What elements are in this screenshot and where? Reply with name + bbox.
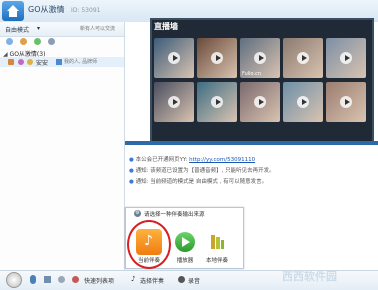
option-label: 播放器 xyxy=(176,258,194,264)
live-wall-title: 直播墙 xyxy=(154,22,178,31)
play-icon[interactable] xyxy=(340,96,352,108)
choose-accompany-button[interactable]: 选择伴奏 xyxy=(140,276,164,285)
video-thumbnail[interactable] xyxy=(326,38,366,78)
option-label: 当前伴奏 xyxy=(137,258,160,264)
play-icon[interactable] xyxy=(211,52,223,64)
home-icon[interactable] xyxy=(2,1,24,21)
settings-icon: ⚙ xyxy=(134,210,141,217)
video-thumbnail[interactable] xyxy=(197,82,237,122)
user-icon[interactable] xyxy=(6,38,13,45)
play-icon xyxy=(182,237,190,247)
mic-icon[interactable] xyxy=(30,275,36,284)
folder-music-icon xyxy=(211,235,224,249)
play-icon[interactable] xyxy=(254,96,266,108)
play-icon[interactable] xyxy=(297,96,309,108)
volume-icon[interactable] xyxy=(58,276,65,283)
video-thumbnail[interactable] xyxy=(154,38,194,78)
message-text: 本公会已开通网页YY: xyxy=(135,157,188,163)
play-icon[interactable] xyxy=(297,52,309,64)
option-label: 本地伴奏 xyxy=(205,258,228,264)
local-accompany-button[interactable] xyxy=(207,232,227,252)
music-note-icon: ♪ xyxy=(131,275,136,283)
player-button[interactable] xyxy=(175,232,195,252)
avatar[interactable] xyxy=(6,272,22,288)
chevron-down-icon[interactable]: ▾ xyxy=(37,25,40,32)
quick-list-button[interactable]: 快速列表项 xyxy=(84,276,114,285)
info-icon: ● xyxy=(129,179,134,185)
popup-title: 请选择一种伴奏输出来源 xyxy=(144,212,205,218)
mic-icon xyxy=(56,59,62,65)
vip-icon xyxy=(8,59,14,65)
chat-message: ● 本公会已开通网页YY: http://yy.com/53091110 xyxy=(129,155,374,164)
video-thumbnail[interactable] xyxy=(283,82,323,122)
video-thumbnail[interactable] xyxy=(154,82,194,122)
video-thumbnail[interactable] xyxy=(240,82,280,122)
thumbnail-label: Fulio.cn xyxy=(242,71,262,77)
play-icon[interactable] xyxy=(211,96,223,108)
record-button[interactable]: 录音 xyxy=(188,276,200,285)
watermark: 西西软件园 xyxy=(282,270,337,283)
record-icon[interactable] xyxy=(72,276,79,283)
play-icon[interactable] xyxy=(168,96,180,108)
room-name: GO从激情 xyxy=(28,5,65,14)
video-thumbnail[interactable]: Fulio.cn xyxy=(240,38,280,78)
speaker-icon[interactable] xyxy=(44,276,51,283)
play-icon[interactable] xyxy=(254,52,266,64)
divider xyxy=(125,141,378,145)
record-dot-icon xyxy=(178,276,185,283)
play-icon[interactable] xyxy=(168,52,180,64)
video-thumbnail[interactable] xyxy=(197,38,237,78)
message-text: 通知: 该频道已设置为【普通音频】, 只能听见去再开发。 xyxy=(135,168,275,174)
chat-message: ● 通知: 该频道已设置为【普通音频】, 只能听见去再开发。 xyxy=(129,166,374,175)
video-thumbnail[interactable] xyxy=(326,82,366,122)
room-title: GO从激情 ID: 53091 xyxy=(28,4,178,16)
message-link[interactable]: http://yy.com/53091110 xyxy=(189,157,255,163)
chat-message: ● 通知: 当前频道的模式是 自由模式 , 有可以随意发言。 xyxy=(129,177,374,186)
settings-icon[interactable] xyxy=(48,38,55,45)
gender-icon xyxy=(18,59,24,65)
badge-icon xyxy=(27,59,33,65)
current-accompany-button[interactable]: ♪ xyxy=(136,229,162,255)
room-id: ID: 53091 xyxy=(71,7,101,14)
user-name: 安安 xyxy=(36,60,49,66)
video-thumbnail[interactable] xyxy=(283,38,323,78)
play-icon[interactable] xyxy=(340,52,352,64)
location-icon[interactable] xyxy=(20,38,27,45)
info-icon: ● xyxy=(129,168,134,174)
info-icon: ● xyxy=(129,157,134,163)
message-text: 通知: 当前频道的模式是 自由模式 , 有可以随意发言。 xyxy=(135,179,268,185)
user-desc: 我的人, 品牌师 xyxy=(64,59,98,65)
music-note-icon: ♪ xyxy=(144,233,153,249)
search-icon[interactable] xyxy=(34,38,41,45)
remind-label[interactable]: 新有人可以交流 xyxy=(80,25,124,35)
